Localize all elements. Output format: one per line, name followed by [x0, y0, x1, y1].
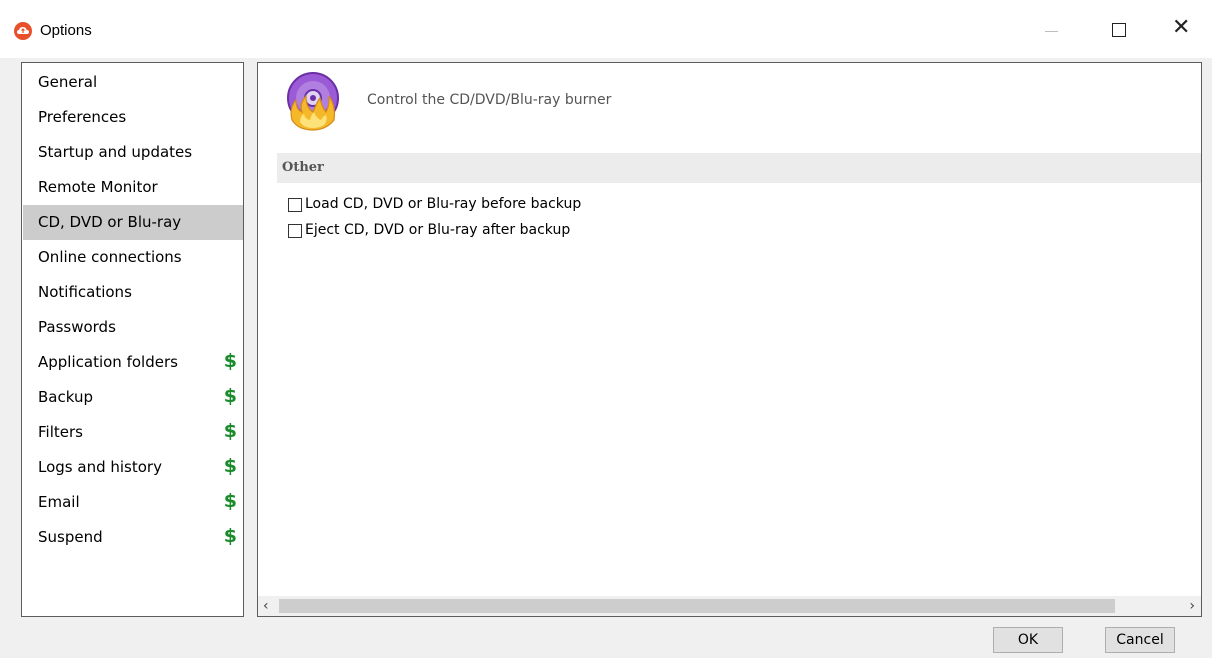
sidebar-item-notifications[interactable]: Notifications [23, 275, 243, 310]
close-icon: ✕ [1172, 15, 1191, 40]
horizontal-scrollbar[interactable]: ‹ › [258, 596, 1201, 616]
ok-button[interactable]: OK [993, 627, 1063, 653]
options-content-panel: Control the CD/DVD/Blu-ray burner Other … [257, 62, 1202, 617]
dollar-icon: $ [223, 490, 237, 512]
minimize-button[interactable] [1032, 10, 1076, 50]
sidebar-item-startup-and-updates[interactable]: Startup and updates [23, 135, 243, 170]
sidebar-item-label: General [38, 73, 98, 91]
sidebar-item-label: Online connections [38, 248, 182, 266]
options-category-list[interactable]: General Preferences Startup and updates … [21, 62, 244, 617]
sidebar-item-backup[interactable]: Backup $ [23, 380, 243, 415]
minimize-icon [1045, 31, 1058, 32]
checkbox-label[interactable]: Load CD, DVD or Blu-ray before backup [305, 196, 581, 212]
sidebar-item-passwords[interactable]: Passwords [23, 310, 243, 345]
sidebar-item-filters[interactable]: Filters $ [23, 415, 243, 450]
sidebar-item-label: Filters [38, 423, 83, 441]
sidebar-item-general[interactable]: General [23, 65, 243, 100]
scroll-right-icon[interactable]: › [1189, 598, 1195, 614]
title-bar: Options ✕ [0, 0, 1212, 58]
sidebar-item-label: Logs and history [38, 458, 162, 476]
sidebar-item-label: Backup [38, 388, 93, 406]
sidebar-item-label: CD, DVD or Blu-ray [38, 213, 182, 231]
sidebar-item-logs-and-history[interactable]: Logs and history $ [23, 450, 243, 485]
sidebar-item-online-connections[interactable]: Online connections [23, 240, 243, 275]
sidebar-item-label: Email [38, 493, 80, 511]
maximize-icon [1112, 23, 1126, 37]
close-button[interactable]: ✕ [1160, 10, 1204, 50]
window-title: Options [40, 22, 92, 39]
options-window: Options ✕ General Preferences Startup an… [0, 0, 1212, 658]
panel-description: Control the CD/DVD/Blu-ray burner [367, 92, 612, 108]
sidebar-item-suspend[interactable]: Suspend $ [23, 520, 243, 555]
dollar-icon: $ [223, 455, 237, 477]
eject-after-backup-checkbox[interactable] [288, 224, 302, 238]
disc-burner-icon [286, 68, 344, 134]
checkbox-label[interactable]: Eject CD, DVD or Blu-ray after backup [305, 222, 570, 238]
section-header: Other [277, 153, 1201, 183]
sidebar-item-label: Notifications [38, 283, 132, 301]
cloud-app-icon [14, 22, 32, 40]
dollar-icon: $ [223, 350, 237, 372]
sidebar-item-preferences[interactable]: Preferences [23, 100, 243, 135]
maximize-button[interactable] [1098, 10, 1142, 50]
sidebar-item-label: Passwords [38, 318, 116, 336]
section-title: Other [282, 160, 324, 175]
sidebar-item-label: Suspend [38, 528, 103, 546]
dollar-icon: $ [223, 385, 237, 407]
sidebar-item-label: Application folders [38, 353, 178, 371]
scrollbar-thumb[interactable] [279, 599, 1115, 613]
sidebar-item-email[interactable]: Email $ [23, 485, 243, 520]
sidebar-item-remote-monitor[interactable]: Remote Monitor [23, 170, 243, 205]
sidebar-item-label: Preferences [38, 108, 127, 126]
cancel-button[interactable]: Cancel [1105, 627, 1175, 653]
sidebar-item-label: Startup and updates [38, 143, 193, 161]
sidebar-item-label: Remote Monitor [38, 178, 158, 196]
sidebar-item-cd-dvd-bluray[interactable]: CD, DVD or Blu-ray [23, 205, 243, 240]
load-before-backup-checkbox[interactable] [288, 198, 302, 212]
dollar-icon: $ [223, 420, 237, 442]
sidebar-item-application-folders[interactable]: Application folders $ [23, 345, 243, 380]
dollar-icon: $ [223, 525, 237, 547]
scroll-left-icon[interactable]: ‹ [263, 598, 269, 614]
